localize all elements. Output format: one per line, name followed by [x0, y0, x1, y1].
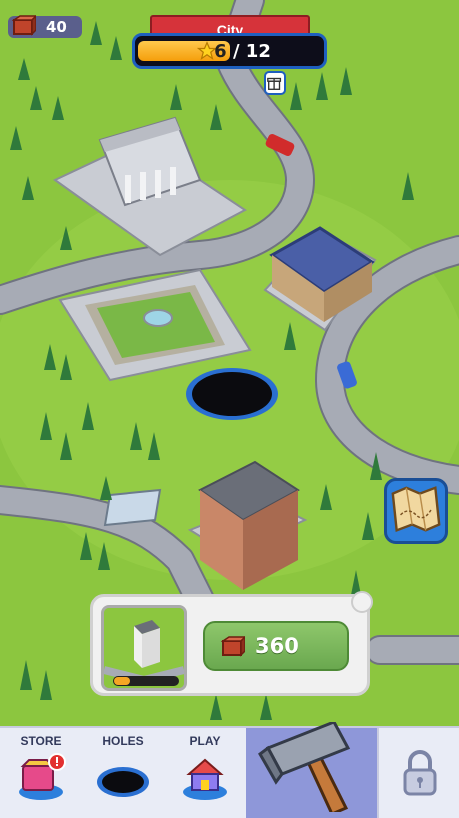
house-icon — [183, 758, 227, 800]
nav-store[interactable]: STORE — [0, 728, 82, 816]
nav-holes-label: HOLES — [102, 734, 144, 748]
bottom-nav: STORE HOLES PLAY — [0, 722, 459, 818]
nav-play-label: PLAY — [189, 734, 221, 748]
progress-total: / 12 — [232, 41, 271, 62]
brick-count: 40 — [46, 18, 67, 36]
next-building-thumbnail — [101, 605, 187, 691]
nav-play[interactable]: PLAY — [164, 728, 246, 816]
brick-icon — [221, 635, 245, 657]
store-icon — [19, 753, 66, 800]
nav-store-label: STORE — [20, 734, 62, 748]
map-button[interactable] — [384, 478, 448, 544]
gift-icon[interactable] — [264, 71, 286, 95]
hammer-icon — [258, 722, 351, 812]
city-progress-bar: 6 / 12 — [132, 33, 327, 69]
build-card: 360 — [90, 591, 373, 696]
hole-icon — [97, 767, 149, 797]
build-button[interactable]: 360 — [203, 621, 349, 671]
card-corner-icon — [351, 591, 373, 613]
lock-icon — [403, 750, 437, 796]
map-icon — [391, 486, 441, 533]
city-progress-text: 6 / 12 — [135, 41, 324, 62]
building-progress-fill — [114, 677, 130, 685]
nav-locked[interactable] — [377, 728, 459, 818]
progress-current: 6 — [214, 41, 227, 62]
build-cost: 360 — [255, 634, 299, 658]
nav-holes[interactable]: HOLES — [82, 728, 164, 816]
brick-counter: 40 — [8, 14, 82, 38]
building-progress-bar — [113, 676, 179, 686]
nav-build[interactable] — [246, 722, 377, 818]
brick-icon — [12, 14, 36, 36]
